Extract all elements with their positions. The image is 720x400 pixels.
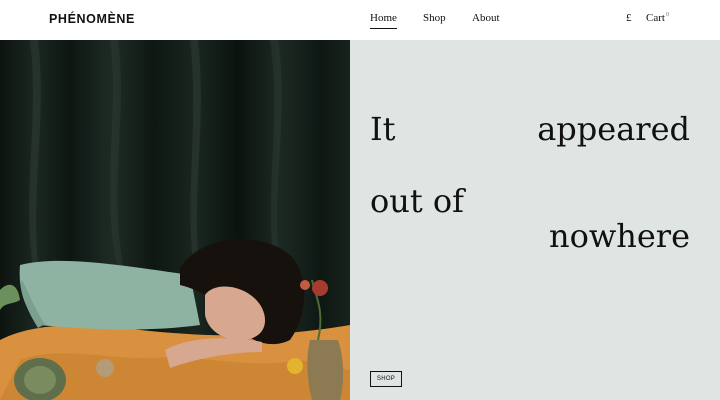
site-header: PHÉNOMÈNE Home Shop About £ Cart0 (0, 0, 720, 40)
brass-vase (307, 340, 344, 400)
shop-button[interactable]: SHOP (370, 371, 402, 387)
cart-count-badge: 0 (665, 12, 669, 19)
nav-shop[interactable]: Shop (423, 12, 446, 24)
cart-link[interactable]: Cart0 (646, 12, 669, 24)
currency-selector[interactable]: £ (626, 12, 632, 24)
nav-about[interactable]: About (472, 12, 500, 24)
headline-word-it: It (370, 110, 396, 148)
headline-word-out-of: out of (370, 182, 465, 220)
hero-image (0, 40, 350, 400)
dried-flower (96, 359, 114, 377)
yellow-flower (287, 358, 303, 374)
nav-home[interactable]: Home (370, 12, 397, 29)
green-sleeve (19, 260, 200, 330)
headline-word-appeared: appeared (537, 110, 690, 148)
headline-word-nowhere: nowhere (548, 217, 690, 255)
hero-text-panel: It appeared out of nowhere SHOP (350, 40, 720, 400)
main-nav: Home Shop About (0, 12, 720, 32)
cart-label: Cart (646, 12, 665, 24)
plant-left (0, 284, 20, 310)
